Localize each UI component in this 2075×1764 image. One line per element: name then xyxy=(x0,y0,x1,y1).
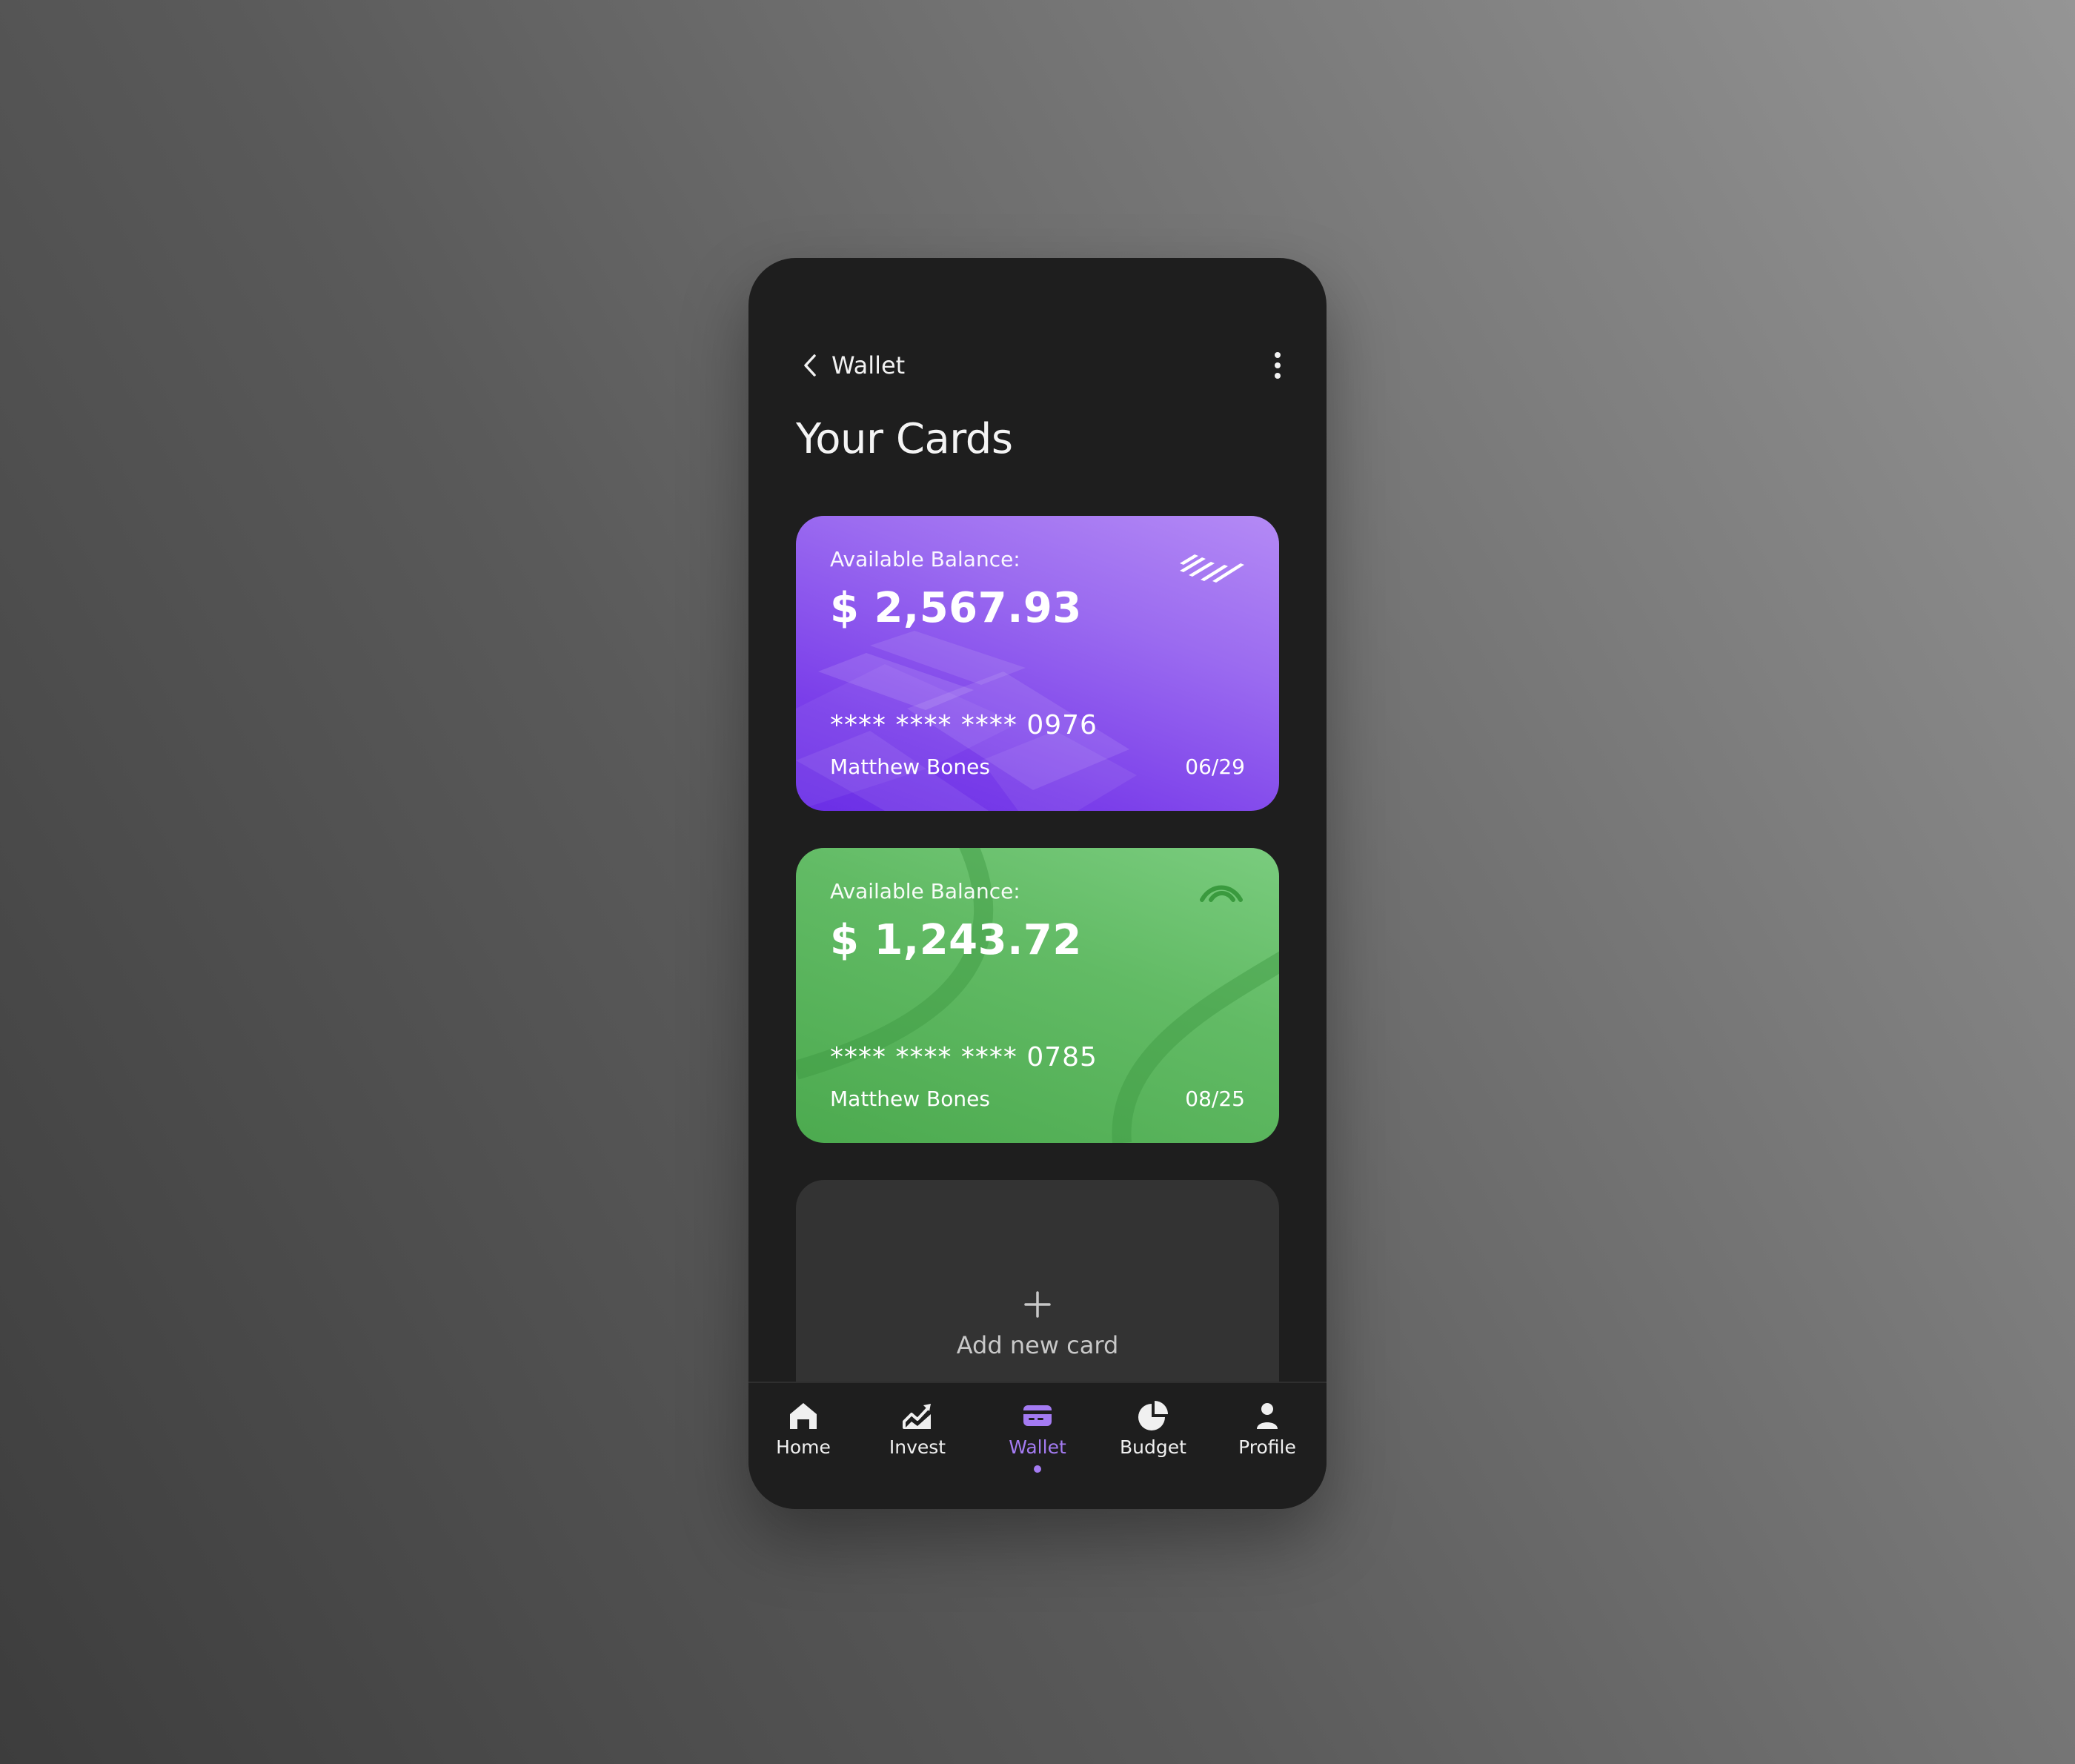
card-holder-name: Matthew Bones xyxy=(830,755,990,779)
card-expiry: 08/25 xyxy=(1185,1087,1245,1111)
nav-item-profile[interactable]: Profile xyxy=(1215,1398,1319,1458)
nav-item-wallet[interactable]: Wallet xyxy=(986,1398,1089,1473)
back-button[interactable] xyxy=(791,347,829,384)
card-number: **** **** **** 0785 xyxy=(830,1042,1098,1072)
nav-label-budget: Budget xyxy=(1120,1436,1186,1458)
balance-amount: $ 1,243.72 xyxy=(830,916,1082,964)
card-purple[interactable]: Available Balance: $ 2,567.93 **** **** … xyxy=(796,516,1279,811)
card-number: **** **** **** 0976 xyxy=(830,710,1098,740)
card-holder-name: Matthew Bones xyxy=(830,1087,990,1111)
bank-flag-icon xyxy=(1180,554,1244,583)
more-options-button[interactable] xyxy=(1263,347,1292,384)
card-expiry: 06/29 xyxy=(1185,755,1245,779)
page-title: Your Cards xyxy=(796,415,1013,463)
nav-label-wallet: Wallet xyxy=(1009,1436,1066,1458)
pie-chart-icon xyxy=(1138,1401,1168,1430)
top-bar: Wallet xyxy=(748,347,1327,384)
more-vertical-icon xyxy=(1275,352,1281,379)
home-icon xyxy=(790,1403,817,1429)
phone-screen: Wallet Your Cards Available Balance: $ 2… xyxy=(748,258,1327,1509)
bottom-navigation: Home Invest Wallet Budget Profile xyxy=(748,1382,1327,1509)
card-green[interactable]: Available Balance: $ 1,243.72 **** **** … xyxy=(796,848,1279,1143)
nav-label-home: Home xyxy=(776,1436,831,1458)
add-new-card-label: Add new card xyxy=(956,1331,1119,1359)
nav-label-invest: Invest xyxy=(889,1436,946,1458)
nav-item-home[interactable]: Home xyxy=(751,1398,855,1458)
nav-item-invest[interactable]: Invest xyxy=(866,1398,969,1458)
chevron-left-icon xyxy=(804,354,816,377)
active-indicator-dot xyxy=(1034,1465,1041,1473)
wallet-card-icon xyxy=(1023,1405,1052,1426)
balance-amount: $ 2,567.93 xyxy=(830,584,1082,632)
balance-label: Available Balance: xyxy=(830,547,1020,571)
arc-logo-icon xyxy=(1200,885,1243,902)
nav-label-profile: Profile xyxy=(1238,1436,1296,1458)
balance-label: Available Balance: xyxy=(830,879,1020,903)
header-title: Wallet xyxy=(831,351,906,379)
nav-item-budget[interactable]: Budget xyxy=(1101,1398,1205,1458)
chart-area-icon xyxy=(903,1404,931,1429)
plus-icon xyxy=(1024,1291,1051,1318)
user-icon xyxy=(1257,1403,1278,1429)
